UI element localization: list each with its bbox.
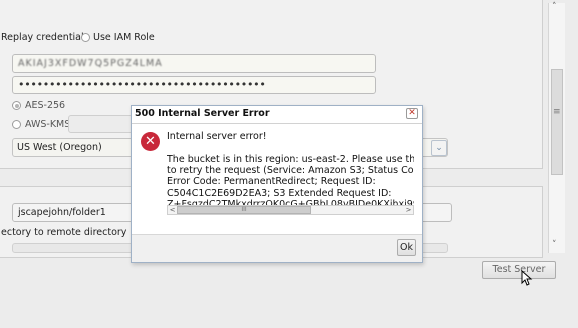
aws-kms-label: AWS-KMS <box>25 119 71 130</box>
horizontal-scrollbar[interactable]: < III > <box>167 205 414 215</box>
region-value: US West (Oregon) <box>17 142 102 153</box>
error-dialog: 500 Internal Server Error ✕ ✕ Internal s… <box>131 105 423 263</box>
scroll-grip: III <box>241 206 247 213</box>
use-iam-role-label: Use IAM Role <box>93 32 155 43</box>
grip-icon: ≡ <box>553 107 561 117</box>
message-area: ✕ Internal server error! The bucket is i… <box>132 124 422 235</box>
ok-button[interactable]: Ok <box>397 239 416 256</box>
secret-key-field[interactable]: •••••••••••••••••••••••••••••••••••••••• <box>12 76 376 94</box>
test-server-button[interactable]: Test Server <box>482 261 556 279</box>
scroll-up-icon[interactable]: ˄ <box>552 2 557 12</box>
chevron-down-icon[interactable]: ⌄ <box>431 140 447 156</box>
scrollbar-thumb[interactable]: ≡ <box>551 69 563 175</box>
dialog-title: 500 Internal Server Error <box>135 108 270 119</box>
close-icon[interactable]: ✕ <box>406 108 418 119</box>
replay-credentials-label: Replay credentials <box>1 32 89 43</box>
error-details: The bucket is in this region: us-east-2.… <box>167 154 414 205</box>
error-headline: Internal server error! <box>167 131 267 142</box>
access-key-value: AKIAJ3XFDW7Q5PGZ4LMA <box>18 58 163 69</box>
kms-key-field[interactable] <box>68 115 138 133</box>
directory-label: ectory to remote directory <box>1 227 127 238</box>
error-icon: ✕ <box>141 132 160 151</box>
horizontal-scroll-thumb[interactable]: III <box>177 206 311 214</box>
scroll-left-icon[interactable]: < <box>168 206 177 214</box>
use-iam-role-radio[interactable] <box>81 33 90 42</box>
scroll-down-icon[interactable]: ˅ <box>552 240 557 250</box>
mouse-cursor-icon <box>521 270 533 286</box>
aes-256-radio[interactable] <box>12 101 21 110</box>
secret-key-value: •••••••••••••••••••••••••••••••••••••••• <box>18 78 266 91</box>
aws-kms-radio[interactable] <box>12 120 21 129</box>
scroll-right-icon[interactable]: > <box>404 206 413 214</box>
remote-folder-value: jscapejohn/folder1 <box>18 207 106 218</box>
dialog-titlebar: 500 Internal Server Error ✕ <box>132 106 422 124</box>
aes-256-label: AES-256 <box>25 100 66 111</box>
access-key-field[interactable]: AKIAJ3XFDW7Q5PGZ4LMA <box>12 54 376 73</box>
